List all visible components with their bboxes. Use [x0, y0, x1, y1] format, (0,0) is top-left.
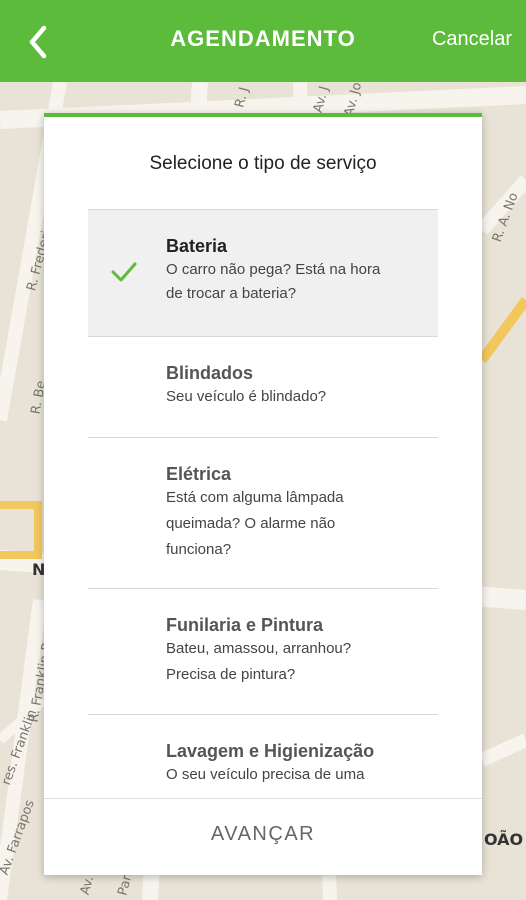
dialog-footer: AVANÇAR — [44, 798, 482, 875]
service-item-desc: Precisa de pintura? — [166, 666, 296, 683]
service-item-desc: Seu veículo é blindado? — [166, 388, 327, 405]
service-item-funilaria[interactable]: Funilaria e Pintura Bateu, amassou, arra… — [88, 588, 438, 714]
next-button[interactable]: AVANÇAR — [44, 823, 482, 846]
map-label: OÃO — [484, 830, 524, 849]
service-item-desc: Está com alguma lâmpada — [166, 489, 344, 506]
service-item-desc: O carro não pega? Está na hora — [166, 261, 381, 278]
dialog-title: Selecione o tipo de serviço — [149, 153, 377, 174]
cancel-button[interactable]: Cancelar — [432, 28, 512, 51]
service-item-eletrica[interactable]: Elétrica Está com alguma lâmpada queimad… — [88, 437, 438, 588]
service-item-desc: de trocar a bateria? — [166, 285, 297, 302]
service-item-desc: O seu veículo precisa de uma — [166, 766, 365, 783]
service-type-dialog: Selecione o tipo de serviço Bateria O ca… — [44, 113, 482, 875]
service-item-name: Funilaria e Pintura — [166, 615, 324, 635]
service-item-lavagem[interactable]: Lavagem e Higienização O seu veículo pre… — [88, 714, 438, 794]
service-item-name: Bateria — [166, 236, 228, 256]
service-item-desc: Bateu, amassou, arranhou? — [166, 640, 352, 657]
app-header: AGENDAMENTO Cancelar — [0, 0, 526, 82]
checkmark-icon — [111, 262, 137, 282]
service-item-blindados[interactable]: Blindados Seu veículo é blindado? — [88, 336, 438, 437]
service-item-desc: funciona? — [166, 541, 232, 558]
service-list[interactable]: Bateria O carro não pega? Está na hora d… — [88, 209, 438, 794]
service-item-name: Lavagem e Higienização — [166, 741, 375, 761]
service-item-name: Elétrica — [166, 464, 232, 484]
service-item-bateria[interactable]: Bateria O carro não pega? Está na hora d… — [88, 209, 438, 336]
service-item-name: Blindados — [166, 363, 254, 383]
service-item-desc: queimada? O alarme não — [166, 515, 336, 532]
